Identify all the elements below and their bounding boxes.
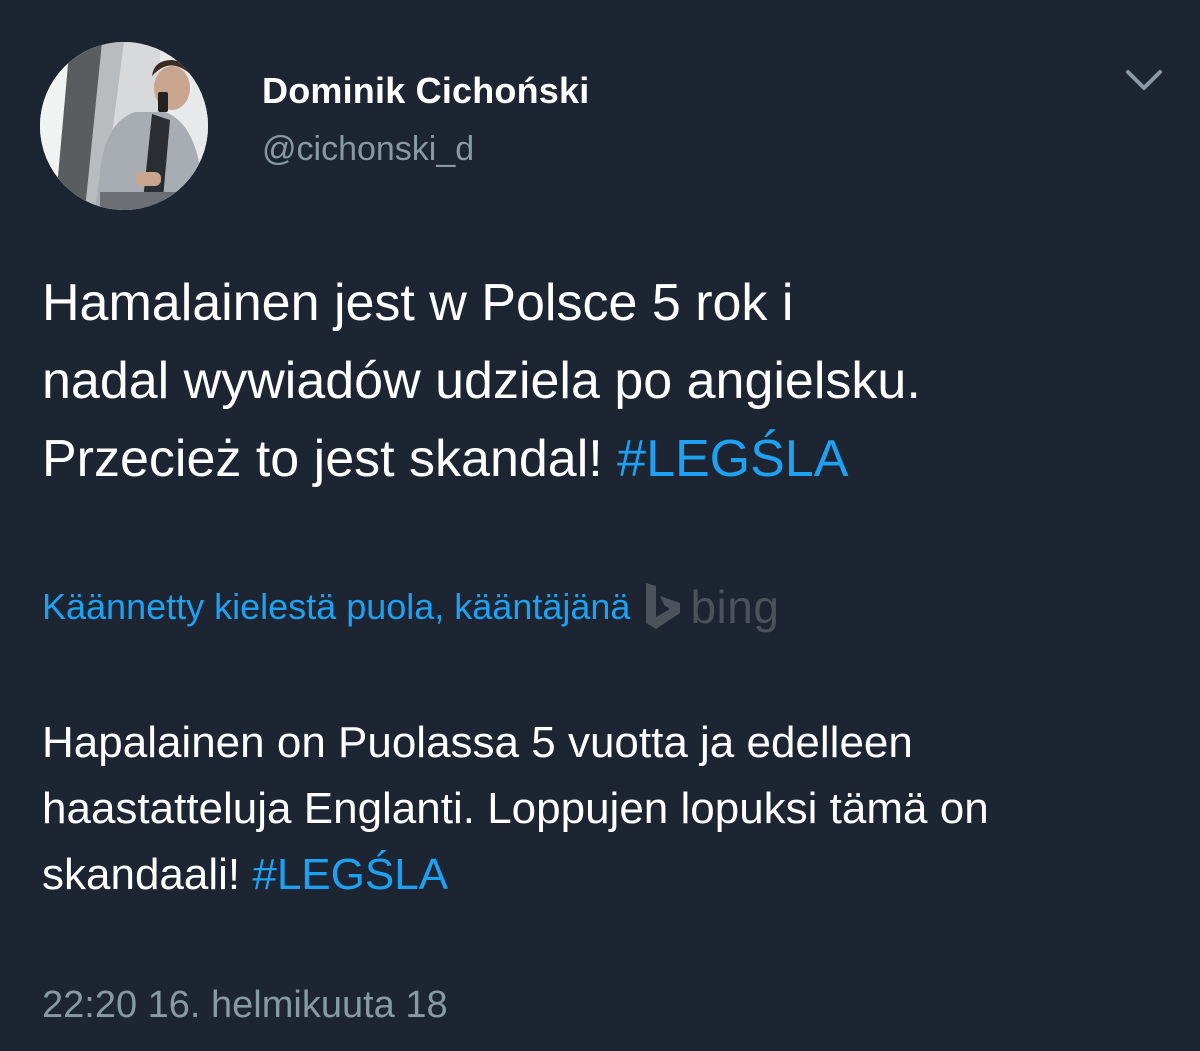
bing-wordmark: bing <box>690 581 780 633</box>
author-display-name[interactable]: Dominik Cichoński <box>262 70 589 112</box>
chevron-down-icon[interactable] <box>1120 60 1168 100</box>
tweet-text: Hamalainen jest w Polsce 5 rok i nadal wy… <box>42 264 1162 498</box>
translated-text-line: skandaali! <box>42 850 253 899</box>
hashtag-link[interactable]: #LEGŚLA <box>252 850 448 899</box>
translated-from-link[interactable]: Käännetty kielestä puola, kääntäjänä <box>42 586 630 628</box>
tweet-text-line: Przecież to jest skandal! <box>42 430 618 488</box>
translated-text: Hapalainen on Puolassa 5 vuotta ja edell… <box>42 710 1162 908</box>
profile-photo <box>40 42 208 210</box>
translated-text-line: Hapalainen on Puolassa 5 vuotta ja edell… <box>42 718 913 767</box>
translation-attribution: Käännetty kielestä puola, kääntäjänä bin… <box>42 572 779 642</box>
author-handle[interactable]: @cichonski_d <box>262 130 474 169</box>
tweet-card: Dominik Cichoński @cichonski_d Hamalaine… <box>0 0 1200 1051</box>
translated-text-line: haastatteluja Englanti. Loppujen lopuksi… <box>42 784 989 833</box>
hashtag-link[interactable]: #LEGŚLA <box>617 430 848 488</box>
avatar[interactable] <box>40 42 208 210</box>
tweet-timestamp: 22:20 16. helmikuuta 18 <box>42 984 448 1026</box>
bing-logo-icon: bing <box>644 580 779 634</box>
tweet-text-line: nadal wywiadów udziela po angielsku. <box>42 352 921 410</box>
tweet-text-line: Hamalainen jest w Polsce 5 rok i <box>42 274 794 332</box>
